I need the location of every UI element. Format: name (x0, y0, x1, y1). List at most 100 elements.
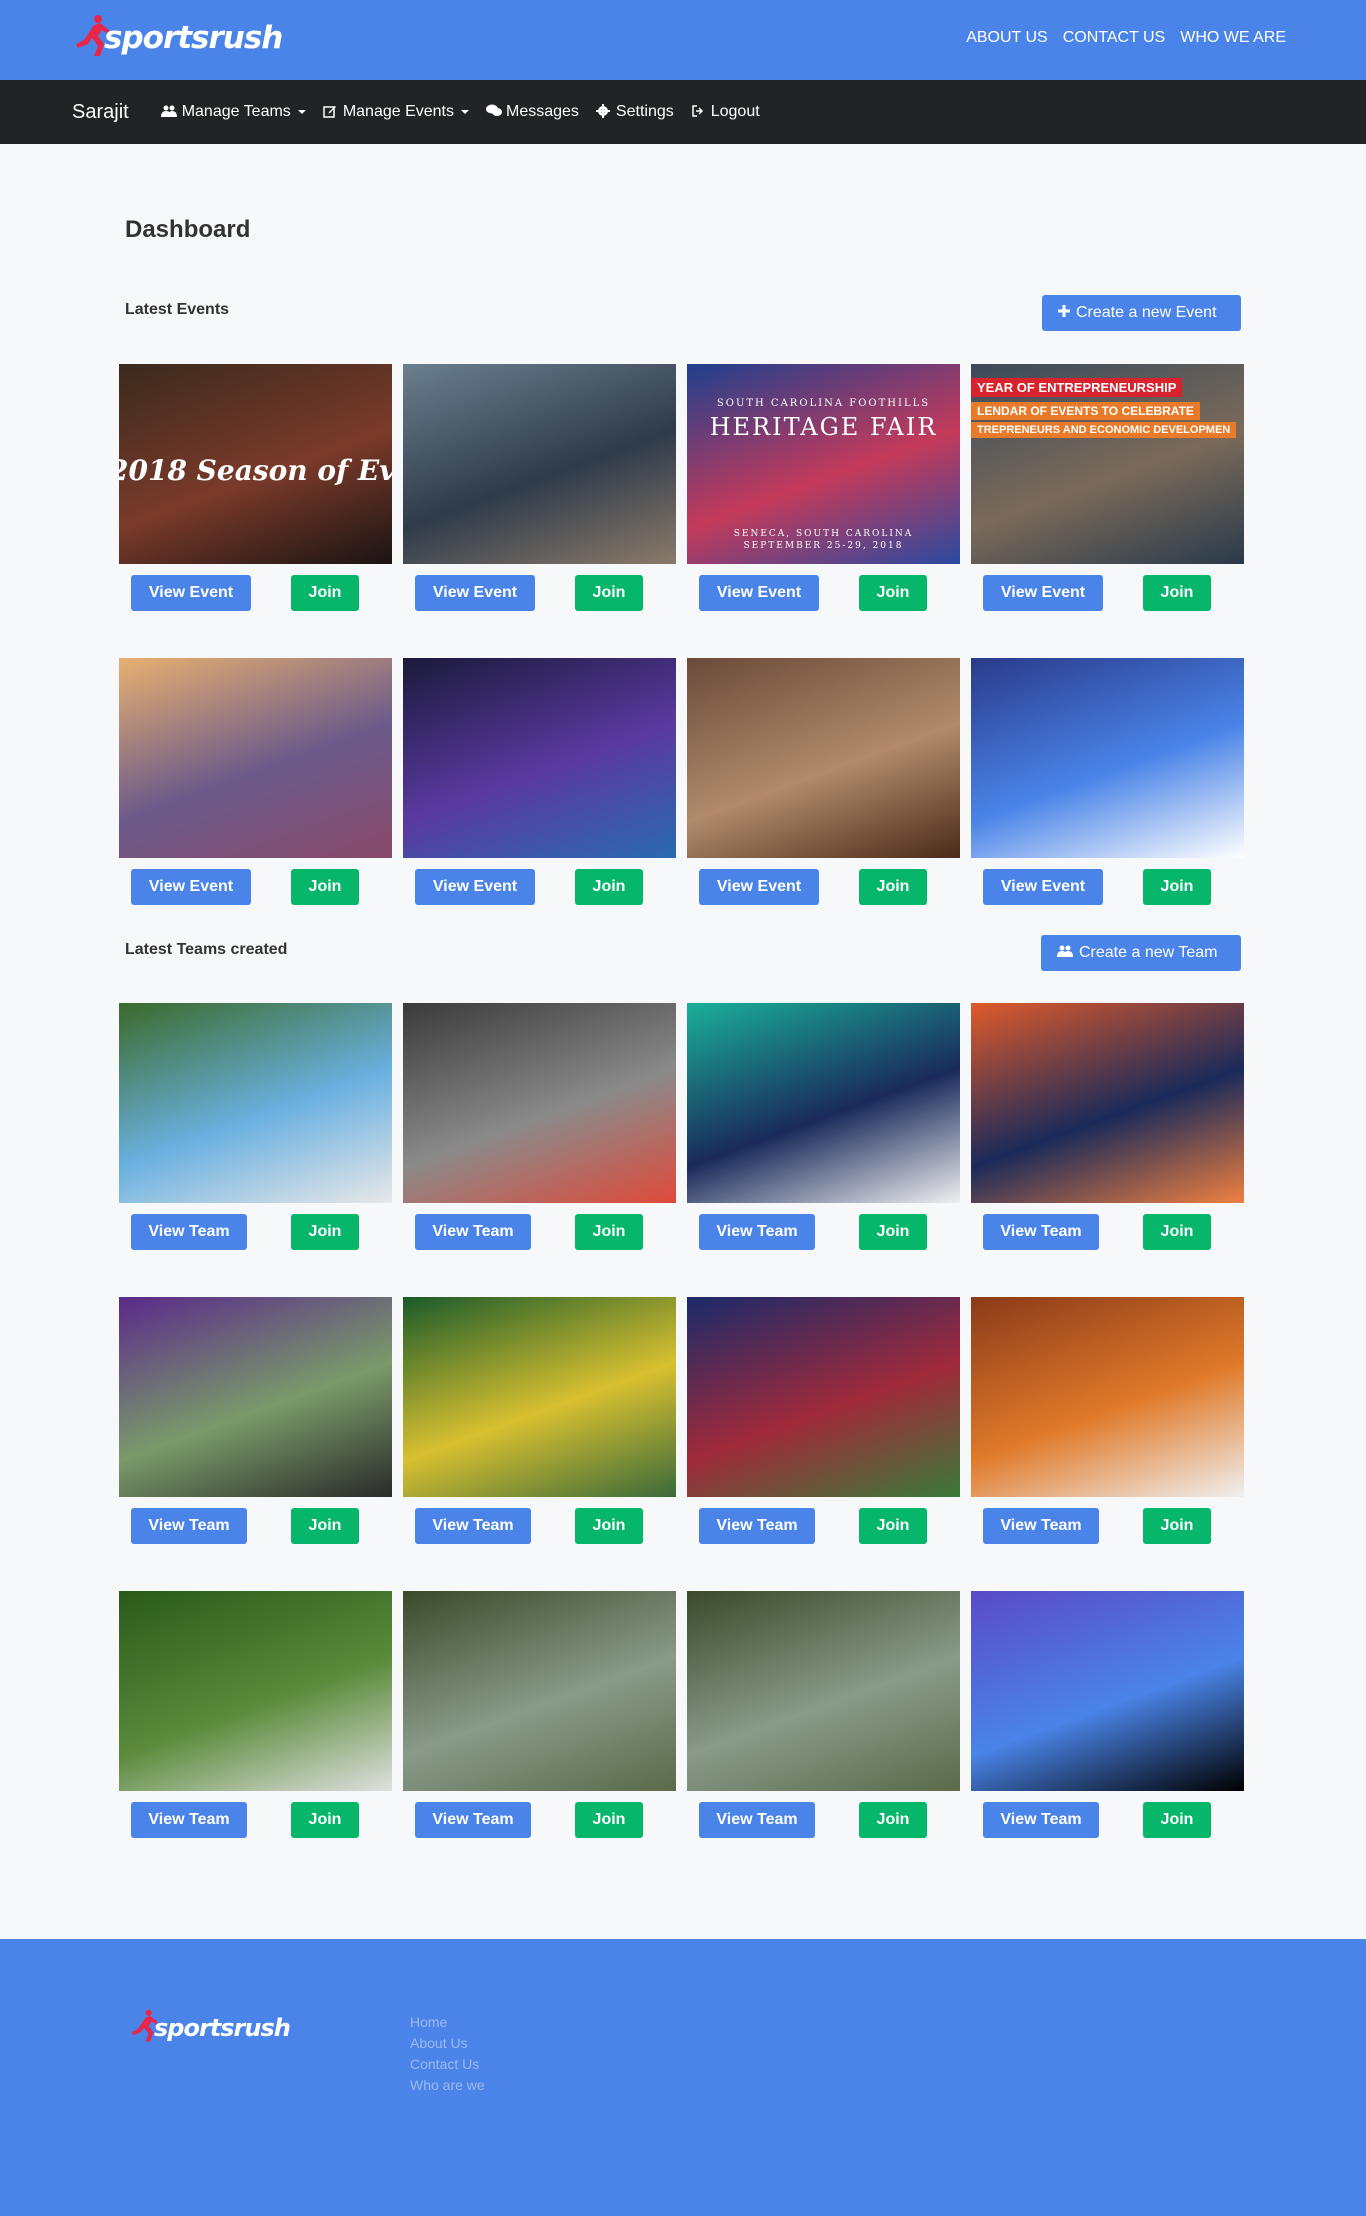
event-card: 2018 Season of Events View Event Join (119, 364, 392, 658)
view-team-button[interactable]: View Team (131, 1508, 247, 1544)
username[interactable]: Sarajit (72, 101, 129, 124)
team-image[interactable] (971, 1003, 1244, 1203)
about-us-link[interactable]: ABOUT US (966, 29, 1048, 47)
event-actions: View Event Join (699, 575, 927, 611)
footer: sportsrush Home About Us Contact Us Who … (0, 1939, 1366, 2216)
event-card: YEAR OF ENTREPRENEURSHIP LENDAR OF EVENTS… (971, 364, 1244, 658)
join-button[interactable]: Join (291, 1214, 359, 1250)
join-button[interactable]: Join (859, 575, 927, 611)
team-actions: View Team Join (415, 1214, 643, 1250)
event-image[interactable] (687, 658, 960, 858)
team-image[interactable] (971, 1591, 1244, 1791)
event-image[interactable]: YEAR OF ENTREPRENEURSHIP LENDAR OF EVENTS… (971, 364, 1244, 564)
nav-manage-events[interactable]: Manage Events (322, 103, 469, 121)
view-event-button[interactable]: View Event (983, 869, 1103, 905)
view-team-button[interactable]: View Team (699, 1508, 815, 1544)
logo-text: sportsrush (104, 20, 283, 56)
event-image[interactable]: 2018 Season of Events (119, 364, 392, 564)
view-team-button[interactable]: View Team (699, 1214, 815, 1250)
view-event-button[interactable]: View Event (983, 575, 1103, 611)
view-event-button[interactable]: View Event (131, 869, 251, 905)
join-button[interactable]: Join (291, 575, 359, 611)
event-actions: View Event Join (131, 869, 359, 905)
chevron-down-icon (297, 110, 306, 114)
team-image[interactable] (403, 1297, 676, 1497)
team-card: View Team Join (119, 1003, 392, 1297)
team-image[interactable] (687, 1591, 960, 1791)
join-button[interactable]: Join (859, 869, 927, 905)
join-button[interactable]: Join (575, 1802, 643, 1838)
nav-messages[interactable]: Messages (485, 103, 579, 121)
join-button[interactable]: Join (1143, 1214, 1211, 1250)
view-team-button[interactable]: View Team (131, 1802, 247, 1838)
users-icon (1057, 944, 1073, 962)
footer-logo-text: sportsrush (154, 2014, 291, 2042)
join-button[interactable]: Join (291, 1802, 359, 1838)
footer-link-about[interactable]: About Us (410, 2033, 485, 2054)
join-button[interactable]: Join (859, 1214, 927, 1250)
sportsrush-logo[interactable]: sportsrush (74, 14, 283, 58)
contact-us-link[interactable]: CONTACT US (1063, 29, 1166, 47)
view-team-button[interactable]: View Team (983, 1214, 1099, 1250)
footer-logo[interactable]: sportsrush (130, 2009, 291, 2043)
team-image[interactable] (119, 1591, 392, 1791)
event-image-banner: YEAR OF ENTREPRENEURSHIP (971, 378, 1183, 397)
join-button[interactable]: Join (859, 1508, 927, 1544)
team-image[interactable] (687, 1003, 960, 1203)
join-button[interactable]: Join (1143, 575, 1211, 611)
dashboard-main: Dashboard Latest Events Create a new Eve… (0, 144, 1366, 1939)
create-team-button[interactable]: Create a new Team (1041, 935, 1241, 971)
view-event-button[interactable]: View Event (131, 575, 251, 611)
event-image[interactable] (971, 658, 1244, 858)
team-card: View Team Join (687, 1003, 960, 1297)
team-image[interactable] (403, 1003, 676, 1203)
nav-settings[interactable]: Settings (595, 103, 674, 121)
view-team-button[interactable]: View Team (415, 1508, 531, 1544)
view-event-button[interactable]: View Event (699, 575, 819, 611)
view-event-button[interactable]: View Event (699, 869, 819, 905)
view-event-button[interactable]: View Event (415, 575, 535, 611)
join-button[interactable]: Join (859, 1802, 927, 1838)
team-image[interactable] (403, 1591, 676, 1791)
footer-link-who[interactable]: Who are we (410, 2075, 485, 2096)
event-image[interactable] (403, 364, 676, 564)
sign-out-icon (690, 104, 707, 121)
footer-link-contact[interactable]: Contact Us (410, 2054, 485, 2075)
event-image[interactable] (119, 658, 392, 858)
team-actions: View Team Join (699, 1802, 927, 1838)
join-button[interactable]: Join (1143, 869, 1211, 905)
join-button[interactable]: Join (1143, 1508, 1211, 1544)
event-image-sub: SENECA, SOUTH CAROLINA (733, 529, 914, 539)
create-team-label: Create a new Team (1079, 944, 1218, 961)
join-button[interactable]: Join (575, 1508, 643, 1544)
event-actions: View Event Join (983, 575, 1211, 611)
join-button[interactable]: Join (575, 575, 643, 611)
footer-link-home[interactable]: Home (410, 2012, 485, 2033)
nav-manage-teams[interactable]: Manage Teams (161, 103, 306, 121)
team-image[interactable] (687, 1297, 960, 1497)
view-team-button[interactable]: View Team (415, 1802, 531, 1838)
join-button[interactable]: Join (1143, 1802, 1211, 1838)
view-event-button[interactable]: View Event (415, 869, 535, 905)
join-button[interactable]: Join (291, 869, 359, 905)
team-image[interactable] (119, 1003, 392, 1203)
team-image[interactable] (971, 1297, 1244, 1497)
event-image-caption: HERITAGE FAIR (709, 413, 938, 441)
view-team-button[interactable]: View Team (131, 1214, 247, 1250)
view-team-button[interactable]: View Team (699, 1802, 815, 1838)
event-card: View Event Join (687, 658, 960, 952)
view-team-button[interactable]: View Team (415, 1214, 531, 1250)
who-we-are-link[interactable]: WHO WE ARE (1180, 29, 1286, 47)
team-image[interactable] (119, 1297, 392, 1497)
team-row: View Team Join View Team Join View Team Join V… (119, 1591, 1247, 1885)
view-team-button[interactable]: View Team (983, 1802, 1099, 1838)
event-actions: View Event Join (131, 575, 359, 611)
join-button[interactable]: Join (575, 869, 643, 905)
nav-logout[interactable]: Logout (690, 103, 760, 121)
create-event-button[interactable]: Create a new Event (1042, 295, 1241, 331)
view-team-button[interactable]: View Team (983, 1508, 1099, 1544)
join-button[interactable]: Join (291, 1508, 359, 1544)
event-image[interactable] (403, 658, 676, 858)
event-image[interactable]: SOUTH CAROLINA FOOTHILLS HERITAGE FAIR SEN… (687, 364, 960, 564)
join-button[interactable]: Join (575, 1214, 643, 1250)
